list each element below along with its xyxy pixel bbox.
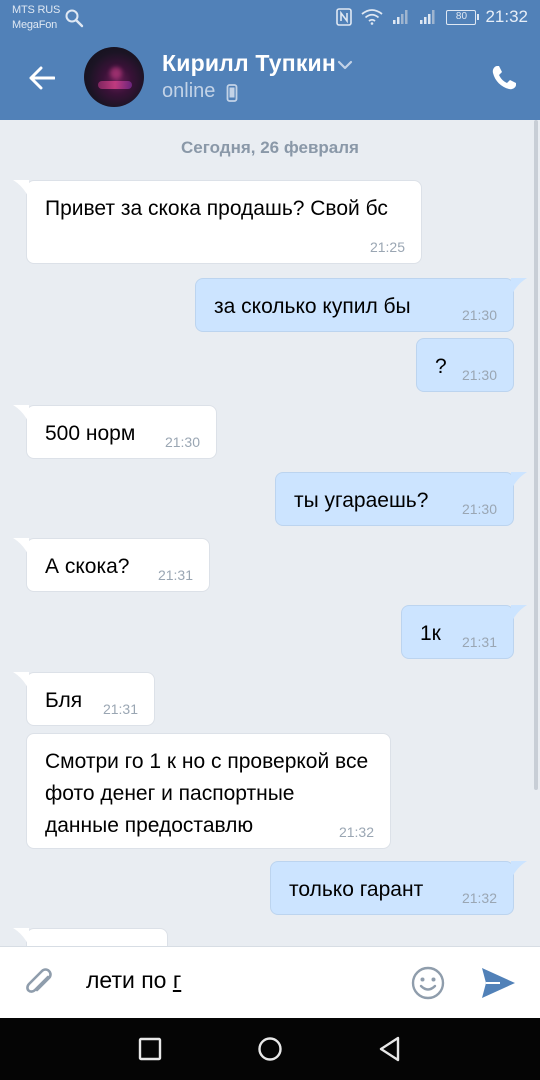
- top-app-bar: MTS RUS MegaFon 80 21:32 Кирилл Тупкин o…: [0, 0, 540, 120]
- message-outgoing[interactable]: только гарант 21:32: [270, 861, 527, 915]
- message-outgoing[interactable]: ? 21:30: [416, 338, 514, 392]
- chevron-down-icon[interactable]: [336, 58, 354, 72]
- recent-apps-icon[interactable]: [136, 1035, 164, 1063]
- mobile-device-icon: [226, 84, 238, 102]
- back-triangle-icon[interactable]: [376, 1035, 404, 1063]
- signal-icon-1: [393, 10, 408, 24]
- message-incoming[interactable]: А скока? 21:31: [13, 538, 210, 592]
- message-incoming[interactable]: Смотри го 1 к но с проверкой все фото де…: [26, 733, 391, 849]
- battery-icon: 80: [446, 9, 480, 25]
- call-button[interactable]: [482, 56, 526, 100]
- message-outgoing[interactable]: ты угараешь? 21:30: [275, 472, 527, 526]
- paperclip-icon[interactable]: [20, 963, 60, 1003]
- message-time: 21:30: [164, 434, 200, 450]
- bubble-tail: [511, 861, 527, 879]
- bubble-tail: [511, 472, 527, 490]
- message-outgoing[interactable]: за сколько купил бы 21:30: [195, 278, 527, 332]
- bubble-tail: [13, 405, 29, 423]
- message-outgoing[interactable]: 1к 21:31: [401, 605, 527, 659]
- message-incoming[interactable]: Привет за скока продашь? Свой бс 21:25: [13, 180, 422, 264]
- nfc-icon: [336, 8, 353, 26]
- status-time: 21:32: [485, 7, 528, 26]
- message-list[interactable]: Сегодня, 26 февраля Привет за скока прод…: [0, 120, 540, 946]
- message-incoming[interactable]: 500 норм 21:30: [13, 405, 217, 459]
- message-text: за сколько купил бы: [214, 295, 411, 318]
- message-input[interactable]: лети по г: [86, 967, 386, 999]
- message-time: 21:31: [102, 701, 138, 717]
- signal-icon-2: [420, 10, 435, 24]
- carrier-1: MTS RUS: [12, 4, 61, 16]
- system-nav-bar: [0, 1018, 540, 1080]
- message-time: 21:25: [369, 239, 405, 255]
- message-time: 21:32: [461, 890, 497, 906]
- message-time: 21:31: [461, 634, 497, 650]
- back-button[interactable]: [20, 56, 64, 100]
- message-text: Смотри го 1 к но с проверкой все фото де…: [45, 750, 369, 837]
- bubble-tail: [511, 278, 527, 296]
- message-text: Привет за скока продашь? Свой бс: [45, 197, 388, 220]
- message-input-composing: г: [172, 967, 182, 993]
- message-time: 21:31: [157, 567, 193, 583]
- chat-header: Кирилл Тупкин online: [0, 36, 540, 120]
- message-incoming[interactable]: [13, 928, 168, 946]
- message-composer: лети по г: [0, 946, 540, 1018]
- status-bar: MTS RUS MegaFon 80 21:32: [0, 0, 540, 36]
- contact-name[interactable]: Кирилл Тупкин: [162, 50, 336, 77]
- message-incoming[interactable]: Бля 21:31: [13, 672, 155, 726]
- bubble-tail: [511, 605, 527, 623]
- battery-level: 80: [455, 10, 468, 22]
- message-time: 21:32: [338, 824, 374, 840]
- carrier-2: MegaFon: [12, 19, 58, 31]
- message-time: 21:30: [461, 367, 497, 383]
- bubble-tail: [13, 928, 29, 946]
- status-icons: 80 21:32: [336, 7, 528, 27]
- wifi-icon: [361, 9, 384, 25]
- search-icon: [65, 9, 84, 28]
- bubble-tail: [13, 538, 29, 556]
- home-icon[interactable]: [256, 1035, 284, 1063]
- message-time: 21:30: [461, 501, 497, 517]
- message-time: 21:30: [461, 307, 497, 323]
- contact-status: online: [162, 80, 216, 102]
- bubble-tail: [13, 672, 29, 690]
- scrollbar[interactable]: [534, 120, 538, 790]
- phone-icon: [492, 66, 516, 90]
- date-separator: Сегодня, 26 февраля: [181, 138, 359, 157]
- send-icon[interactable]: [478, 965, 518, 1001]
- bubble-tail: [13, 180, 29, 198]
- avatar[interactable]: [84, 47, 144, 107]
- carrier-labels: MTS RUS MegaFon: [12, 3, 60, 33]
- emoji-icon[interactable]: [410, 965, 446, 1001]
- message-input-text: лети по: [86, 967, 173, 993]
- arrow-left-icon: [29, 66, 55, 90]
